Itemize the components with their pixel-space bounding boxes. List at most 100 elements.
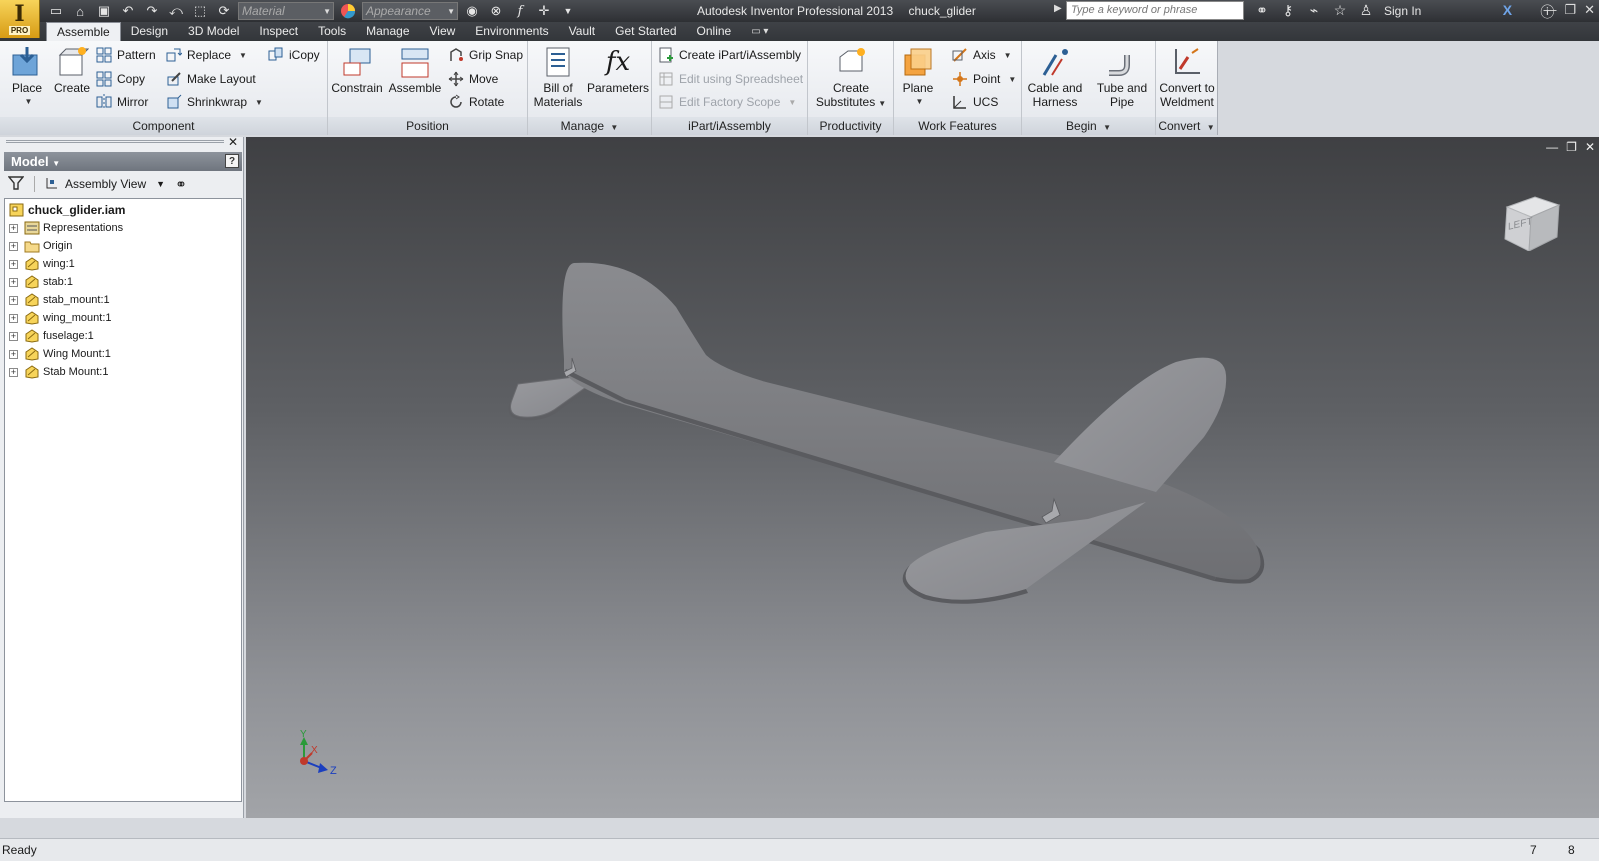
save-icon[interactable]: ▣ — [94, 2, 114, 20]
assemble-button[interactable]: Assemble — [388, 45, 442, 95]
exchange-icon[interactable]: X — [1497, 2, 1517, 20]
customize-dropdown-icon[interactable]: ▼ — [558, 2, 578, 20]
tree-node[interactable]: + stab:1 — [5, 273, 241, 291]
tree-node[interactable]: + stab_mount:1 — [5, 291, 241, 309]
tab-online[interactable]: Online — [687, 22, 742, 41]
manage-panel-title[interactable]: Manage ▼ — [528, 117, 651, 135]
tree-node[interactable]: + Stab Mount:1 — [5, 363, 241, 381]
expand-icon[interactable]: + — [9, 259, 18, 269]
expand-icon[interactable]: + — [9, 241, 18, 251]
help-icon[interactable]: ? — [225, 154, 239, 168]
tab-environments[interactable]: Environments — [465, 22, 558, 41]
tree-node[interactable]: + wing_mount:1 — [5, 309, 241, 327]
expand-icon[interactable]: + — [9, 295, 18, 305]
add-icon[interactable]: ✛ — [534, 2, 554, 20]
replace-button[interactable]: Replace ▼ — [166, 46, 247, 64]
parameters-button[interactable]: fx Parameters — [586, 45, 650, 95]
update-icon[interactable]: ⟳ — [214, 2, 234, 20]
return-icon[interactable]: ⤺ — [166, 2, 186, 20]
tube-and-pipe-button[interactable]: Tube and Pipe — [1090, 45, 1154, 109]
filter-icon[interactable] — [7, 175, 25, 194]
minimize-icon[interactable]: — — [1543, 2, 1556, 18]
ucs-button[interactable]: UCS — [952, 93, 998, 111]
copy-button[interactable]: Copy — [96, 70, 145, 88]
assembly-view-dropdown[interactable]: Assembly View — [65, 177, 146, 191]
expand-icon[interactable]: + — [9, 331, 18, 341]
close-icon[interactable]: ✕ — [228, 135, 238, 149]
bill-of-materials-button[interactable]: Bill of Materials — [531, 45, 585, 109]
begin-panel-title[interactable]: Begin ▼ — [1022, 117, 1155, 135]
browser-grip[interactable]: ✕ — [2, 135, 242, 149]
select-icon[interactable]: ⬚ — [190, 2, 210, 20]
tree-node[interactable]: + fuselage:1 — [5, 327, 241, 345]
mirror-button[interactable]: Mirror — [96, 93, 148, 111]
redo-icon[interactable]: ↷ — [142, 2, 162, 20]
application-menu-button[interactable]: I PRO — [0, 0, 40, 38]
tab-manage[interactable]: Manage — [356, 22, 419, 41]
tree-node[interactable]: + wing:1 — [5, 255, 241, 273]
pattern-button[interactable]: Pattern — [96, 46, 156, 64]
binoculars-icon[interactable]: ⚭ — [1252, 2, 1272, 20]
tab-vault[interactable]: Vault — [559, 22, 605, 41]
viewcube[interactable]: LEFT — [1501, 189, 1563, 252]
chevron-down-icon[interactable]: ▼ — [156, 179, 165, 189]
find-binoculars-icon[interactable]: ⚭ — [175, 176, 187, 193]
tab-view[interactable]: View — [420, 22, 466, 41]
plane-button[interactable]: Plane ▼ — [898, 45, 938, 109]
search-input[interactable]: Type a keyword or phrase — [1066, 1, 1244, 20]
create-substitutes-button[interactable]: Create Substitutes ▼ — [812, 45, 890, 111]
cable-and-harness-button[interactable]: Cable and Harness — [1024, 45, 1086, 109]
open-icon[interactable]: ⌂ — [70, 2, 90, 20]
expand-icon[interactable]: + — [9, 223, 18, 233]
material-dropdown[interactable]: Material ▼ — [238, 2, 334, 20]
grip-snap-button[interactable]: Grip Snap — [448, 46, 523, 64]
search-expand-icon[interactable]: ▶ — [1054, 3, 1062, 14]
favorites-star-icon[interactable]: ☆ — [1330, 2, 1350, 20]
create-button[interactable]: Create — [52, 45, 92, 95]
new-icon[interactable]: ▭ — [46, 2, 66, 20]
move-button[interactable]: Move — [448, 70, 498, 88]
tree-root[interactable]: chuck_glider.iam — [5, 201, 241, 219]
constrain-button[interactable]: Constrain — [331, 45, 383, 95]
convert-to-weldment-button[interactable]: Convert to Weldment — [1156, 45, 1218, 109]
tab-assemble[interactable]: Assemble — [46, 22, 121, 41]
expand-icon[interactable]: + — [9, 313, 18, 323]
make-layout-button[interactable]: Make Layout — [166, 70, 256, 88]
subscription-icon[interactable]: ⌁ — [1304, 2, 1324, 20]
expand-icon[interactable]: + — [9, 277, 18, 287]
model-header[interactable]: Model ▼ ? — [4, 152, 242, 171]
restore-icon[interactable]: ❐ — [1564, 2, 1576, 18]
axis-button[interactable]: Axis ▼ — [952, 46, 1012, 64]
close-icon[interactable]: ✕ — [1584, 2, 1595, 18]
glider-model[interactable] — [246, 137, 1599, 818]
fx-icon[interactable]: f — [510, 2, 530, 20]
tab-tools[interactable]: Tools — [308, 22, 356, 41]
tree-node[interactable]: + Wing Mount:1 — [5, 345, 241, 363]
create-ipart-button[interactable]: Create iPart/iAssembly — [658, 46, 801, 64]
adjust-icon[interactable]: ◉ — [462, 2, 482, 20]
icopy-button[interactable]: iCopy — [268, 46, 320, 64]
clear-appearance-icon[interactable]: ⊗ — [486, 2, 506, 20]
key-icon[interactable]: ⚷ — [1278, 2, 1298, 20]
tab-get-started[interactable]: Get Started — [605, 22, 686, 41]
tree-node[interactable]: + Representations — [5, 219, 241, 237]
undo-icon[interactable]: ↶ — [118, 2, 138, 20]
component-panel-title[interactable]: Component — [0, 117, 327, 135]
rotate-button[interactable]: Rotate — [448, 93, 504, 111]
shrinkwrap-button[interactable]: Shrinkwrap ▼ — [166, 93, 263, 111]
convert-panel-title[interactable]: Convert ▼ — [1156, 117, 1217, 135]
user-icon[interactable]: ♙ — [1356, 2, 1376, 20]
point-button[interactable]: Point ▼ — [952, 70, 1016, 88]
appearance-color-icon[interactable] — [338, 2, 358, 20]
tab-design[interactable]: Design — [121, 22, 178, 41]
sign-in-link[interactable]: Sign In — [1384, 4, 1421, 18]
graphics-viewport[interactable]: — ❐ ✕ LEFT Y X Z — [246, 137, 1599, 818]
tab-options-icon[interactable]: ▭ ▾ — [741, 22, 778, 41]
place-button[interactable]: Place ▼ — [8, 45, 46, 109]
tab-inspect[interactable]: Inspect — [249, 22, 308, 41]
appearance-dropdown[interactable]: Appearance ▼ — [362, 2, 458, 20]
expand-icon[interactable]: + — [9, 367, 18, 377]
expand-icon[interactable]: + — [9, 349, 18, 359]
tree-node[interactable]: + Origin — [5, 237, 241, 255]
tab-3d-model[interactable]: 3D Model — [178, 22, 249, 41]
